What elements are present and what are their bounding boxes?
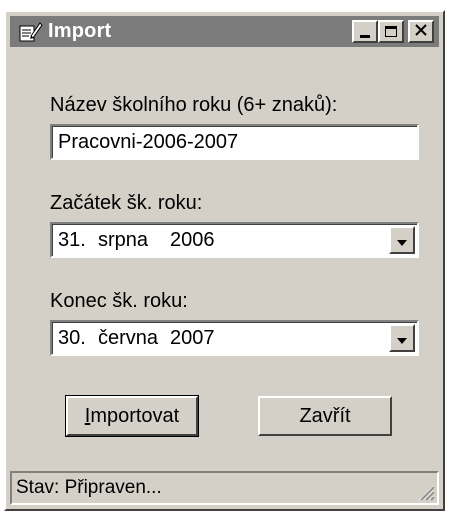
resize-grip-icon[interactable] (417, 483, 435, 501)
end-date-label: Konec šk. roku: (50, 290, 188, 312)
status-text: Stav: Připraven... (16, 477, 162, 498)
close-dialog-button[interactable]: Zavřít (258, 396, 392, 436)
school-year-name-field[interactable] (50, 124, 419, 160)
start-year[interactable]: 2006 (170, 229, 215, 252)
end-year[interactable]: 2007 (170, 327, 215, 350)
start-date-label: Začátek šk. roku: (50, 192, 203, 214)
window-title: Import (48, 20, 112, 42)
status-bar: Stav: Připraven... (10, 471, 439, 505)
close-button-label: Zavřít (299, 404, 351, 427)
chevron-down-icon (397, 327, 407, 350)
import-pencil-icon (16, 18, 44, 46)
school-year-name-input[interactable] (58, 130, 388, 154)
import-button[interactable]: Importovat (65, 395, 199, 437)
start-month[interactable]: srpna (98, 229, 170, 252)
start-date-dropdown-button[interactable] (389, 226, 415, 254)
import-button-label: Importovat (84, 404, 180, 427)
close-icon (415, 23, 427, 41)
end-month[interactable]: června (98, 327, 170, 350)
import-dialog: Import Název školního roku (6+ znaků): Z… (4, 10, 445, 511)
end-date-picker[interactable]: 30. června 2007 (50, 320, 419, 356)
maximize-button[interactable] (378, 20, 404, 43)
minimize-button[interactable] (352, 20, 378, 43)
end-day[interactable]: 30. (58, 327, 98, 350)
maximize-icon (385, 26, 397, 37)
minimize-icon (360, 35, 370, 38)
start-day[interactable]: 31. (58, 229, 98, 252)
start-date-picker[interactable]: 31. srpna 2006 (50, 222, 419, 258)
school-year-name-label: Název školního roku (6+ znaků): (50, 94, 338, 116)
title-bar[interactable]: Import (10, 16, 439, 47)
end-date-dropdown-button[interactable] (389, 324, 415, 352)
chevron-down-icon (397, 229, 407, 252)
close-button[interactable] (408, 20, 434, 43)
